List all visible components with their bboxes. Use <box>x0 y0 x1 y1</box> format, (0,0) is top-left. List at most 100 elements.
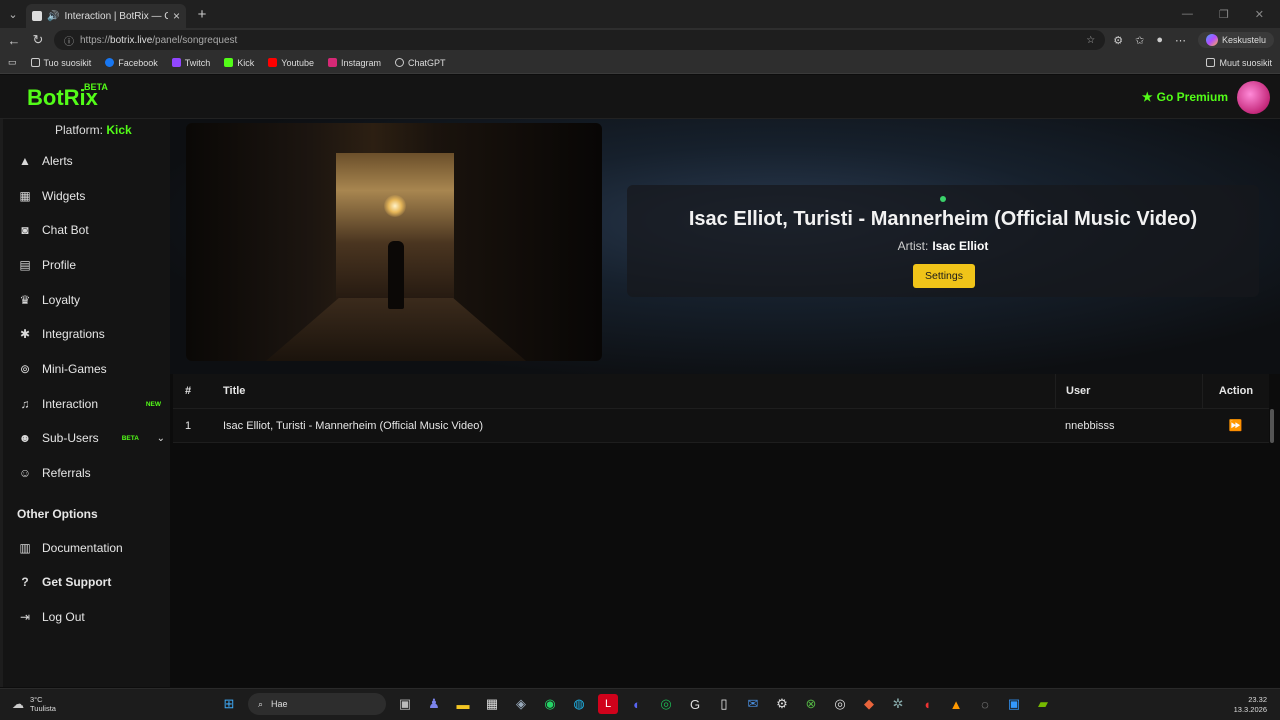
vlc-icon[interactable]: ▲ <box>946 694 966 714</box>
site-info-icon[interactable]: ⓘ <box>64 33 74 48</box>
song-request-panel: Isac Elliot, Turisti - Mannerheim (Offic… <box>170 119 1280 687</box>
tab-title: Interaction | BotRix — Cloud <box>64 10 168 22</box>
go-premium-button[interactable]: ★ Go Premium <box>1142 90 1228 104</box>
audio-playing-icon[interactable]: 🔊 <box>47 11 59 22</box>
sidebar-item-documentation[interactable]: ▥ Documentation <box>17 536 169 560</box>
browser-tab[interactable]: 🔊 Interaction | BotRix — Cloud × <box>26 4 186 28</box>
taskbar-apps: ⊞ ⌕ Hae ▣ ♟ ▬ ▦ ◈ ◉ ◍ L ◐ ◎ G ▯ ✉ ⚙ ⊗ ◎ ◆… <box>219 693 1053 715</box>
bookmark-label: Muut suosikit <box>1219 57 1272 68</box>
tab-actions-icon[interactable]: ⌄ <box>0 0 26 28</box>
app-red-icon[interactable]: ◖ <box>917 694 937 714</box>
bookmark-kick[interactable]: Kick <box>224 58 254 68</box>
mail-icon[interactable]: ✉ <box>743 694 763 714</box>
spotify-icon[interactable]: ◎ <box>656 694 676 714</box>
wind-icon: ☁ <box>12 697 24 711</box>
back-icon[interactable]: ← <box>6 33 22 48</box>
system-clock[interactable]: 23.32 13.3.2026 <box>1234 695 1267 715</box>
sidebar-item-integrations[interactable]: ✱ Integrations <box>17 322 169 346</box>
favorites-icon[interactable]: ✩ <box>1135 34 1144 47</box>
row-number: 1 <box>185 419 192 432</box>
avatar[interactable] <box>1237 81 1270 114</box>
more-options-icon[interactable]: ⋯ <box>1175 34 1186 47</box>
minimize-icon[interactable]: — <box>1182 8 1193 21</box>
notepad-icon[interactable]: ▯ <box>714 694 734 714</box>
sidebar-item-interaction[interactable]: ♫ Interaction NEW <box>17 392 169 416</box>
bookmark-youtube[interactable]: Youtube <box>268 58 314 68</box>
maximize-icon[interactable]: ❐ <box>1219 8 1229 21</box>
bookmark-label: ChatGPT <box>408 57 446 68</box>
xbox-icon[interactable]: ⊗ <box>801 694 821 714</box>
sidebar-item-get-support[interactable]: ? Get Support <box>17 570 169 594</box>
bookmark-facebook[interactable]: Facebook <box>105 58 158 68</box>
new-tab-button[interactable]: + <box>190 6 214 23</box>
bookmark-twitch[interactable]: Twitch <box>171 58 210 68</box>
chevron-down-icon[interactable]: ⌄ <box>157 433 165 444</box>
sidebar-item-widgets[interactable]: ▦ Widgets <box>17 184 169 208</box>
profile-icon[interactable]: ● <box>1156 34 1163 46</box>
weather-widget[interactable]: ☁ 3°C Tuulista <box>12 695 56 713</box>
sidebar-item-label: Widgets <box>42 189 86 203</box>
beta-badge: BETA <box>121 434 139 442</box>
puzzle-icon: ✱ <box>19 327 31 341</box>
refresh-icon[interactable]: ↻ <box>30 32 46 48</box>
app-ring-icon[interactable]: ◌ <box>975 694 995 714</box>
discord-icon[interactable]: ◐ <box>627 694 647 714</box>
sidebar-item-alerts[interactable]: ▲ Alerts <box>17 149 169 173</box>
os-taskbar: ☁ 3°C Tuulista ⊞ ⌕ Hae ▣ ♟ ▬ ▦ ◈ ◉ ◍ L ◐ ◎… <box>0 688 1280 720</box>
nvidia-icon[interactable]: ▰ <box>1033 694 1053 714</box>
bookmark-chatgpt[interactable]: ChatGPT <box>395 58 446 68</box>
obs-icon[interactable]: ◎ <box>830 694 850 714</box>
close-tab-icon[interactable]: × <box>173 9 180 23</box>
taskbar-search[interactable]: ⌕ Hae <box>248 693 386 715</box>
sidebar-item-label: Alerts <box>42 154 73 168</box>
app-l-icon[interactable]: L <box>598 694 618 714</box>
app-g-icon[interactable]: G <box>685 694 705 714</box>
video-player[interactable] <box>186 123 602 361</box>
copilot-button[interactable]: Keskustelu <box>1197 32 1274 48</box>
id-card-icon: ▤ <box>19 258 31 272</box>
settings-button[interactable]: Settings <box>913 264 975 288</box>
skip-button[interactable]: ⏩ <box>1202 409 1269 442</box>
task-view-icon[interactable]: ▣ <box>395 694 415 714</box>
teams-icon[interactable]: ♟ <box>424 694 444 714</box>
store-icon[interactable]: ▦ <box>482 694 502 714</box>
sidebar-item-referrals[interactable]: ☺ Referrals <box>17 461 169 485</box>
url-field[interactable]: ⓘ https://botrix.live/panel/songrequest … <box>54 30 1106 50</box>
app-window-icon[interactable]: ▣ <box>1004 694 1024 714</box>
user-plus-icon: ☺ <box>18 466 32 480</box>
windows-start-icon[interactable]: ⊞ <box>219 694 239 714</box>
sidebar-item-chat-bot[interactable]: ◙ Chat Bot <box>17 218 169 242</box>
extensions-icon[interactable]: ⚙ <box>1113 34 1123 47</box>
sidebar-item-mini-games[interactable]: ⊚ Mini-Games <box>17 357 169 381</box>
file-explorer-icon[interactable]: ▬ <box>453 694 473 714</box>
brave-icon[interactable]: ◆ <box>859 694 879 714</box>
gear-app-icon[interactable]: ✲ <box>888 694 908 714</box>
users-icon: ☻ <box>18 431 32 445</box>
whatsapp-icon[interactable]: ◉ <box>540 694 560 714</box>
bookmark-import[interactable]: Tuo suosikit <box>30 57 92 68</box>
sidebar-item-log-out[interactable]: ⇥ Log Out <box>17 605 169 629</box>
bookmark-label: Tuo suosikit <box>43 57 92 68</box>
other-bookmarks[interactable]: Muut suosikit <box>1206 58 1272 68</box>
fast-forward-icon: ⏩ <box>1228 420 1243 432</box>
sidebar-item-loyalty[interactable]: ♛ Loyalty <box>17 288 169 312</box>
sidebar-item-label: Chat Bot <box>42 223 89 237</box>
sidebar-item-label: Mini-Games <box>42 362 107 376</box>
scrollbar-thumb[interactable] <box>1270 409 1274 443</box>
bookmark-instagram[interactable]: Instagram <box>327 58 381 68</box>
url-path: /panel/songrequest <box>152 34 238 46</box>
sidebar-item-sub-users[interactable]: ☻ Sub-Users BETA ⌄ <box>17 426 169 450</box>
close-window-icon[interactable]: ✕ <box>1255 8 1264 21</box>
sidebar-toggle-icon[interactable]: ▭ <box>8 57 17 68</box>
now-playing-section: Isac Elliot, Turisti - Mannerheim (Offic… <box>170 119 1280 374</box>
settings-gear-icon[interactable]: ⚙ <box>772 694 792 714</box>
botrix-logo[interactable]: BotRix BETA <box>27 82 108 111</box>
edge-icon[interactable]: ◍ <box>569 694 589 714</box>
favorite-star-icon[interactable]: ☆ <box>1086 35 1095 46</box>
search-placeholder: Hae <box>271 699 288 709</box>
clock-date: 13.3.2026 <box>1233 705 1267 714</box>
sidebar-item-profile[interactable]: ▤ Profile <box>17 253 169 277</box>
sidebar-item-label: Loyalty <box>42 293 81 307</box>
url-host: botrix.live <box>110 34 153 46</box>
steam-icon[interactable]: ◈ <box>511 694 531 714</box>
